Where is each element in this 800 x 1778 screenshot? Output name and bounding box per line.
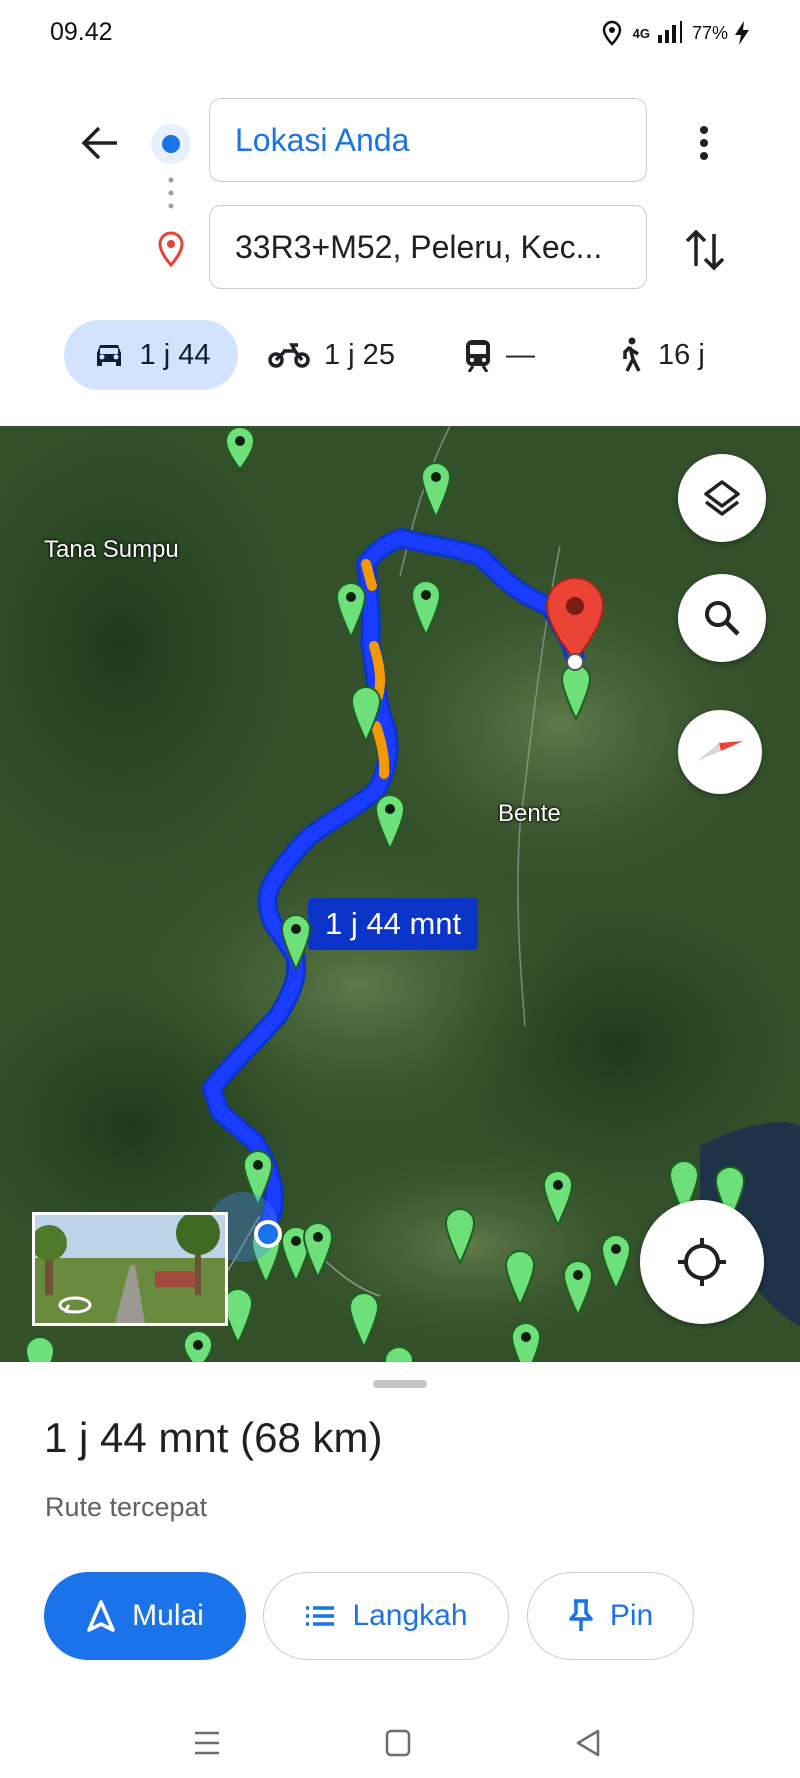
origin-input[interactable]: Lokasi Anda [209,98,647,182]
place-marker-icon[interactable] [504,1250,536,1306]
destination-input[interactable]: 33R3+M52, Peleru, Kec... [209,205,647,289]
place-marker-icon[interactable] [374,794,406,850]
place-marker-icon[interactable] [224,426,256,470]
swap-vert-icon [685,229,725,271]
compass-button[interactable] [678,710,762,794]
battery-percent: 77% [691,22,728,43]
tab-transit-label: — [506,338,535,371]
place-marker-icon[interactable] [560,664,592,720]
car-icon [96,345,121,366]
back-nav-icon[interactable] [574,1728,602,1758]
walking-icon [623,337,641,372]
place-marker-icon[interactable] [302,1222,334,1278]
crosshair-icon [678,1238,726,1286]
map-label-place1: Tana Sumpu [44,536,179,563]
current-location-dot [254,1220,282,1248]
tab-transit[interactable]: — [464,320,535,390]
search-button[interactable] [678,574,766,662]
pin-label: Pin [609,1599,654,1632]
menu-icon[interactable] [193,1730,221,1756]
place-marker-icon[interactable] [24,1336,56,1362]
route-subtitle: Rute tercepat [45,1492,208,1522]
route-connector [168,177,174,209]
rotate-360-icon [58,1296,92,1314]
place-marker-icon[interactable] [444,1208,476,1264]
layers-button[interactable] [678,454,766,542]
street-view-thumbnail[interactable] [32,1212,228,1326]
place-marker-icon[interactable] [350,686,382,742]
place-marker-icon[interactable] [182,1330,214,1362]
place-marker-icon[interactable] [410,580,442,636]
start-label: Mulai [132,1599,204,1632]
place-marker-icon[interactable] [510,1322,542,1362]
tab-walking-label: 16 j [658,338,705,371]
more-vert-icon [700,126,708,160]
status-bar: 09.42 4G 77% [0,0,800,70]
swap-button[interactable] [680,222,730,278]
place-marker-icon[interactable] [562,1260,594,1316]
origin-dot-icon [151,124,191,164]
place-marker-icon[interactable] [348,1292,380,1348]
more-options-button[interactable] [684,118,724,168]
place-marker-icon[interactable] [542,1170,574,1226]
map-view[interactable]: Tana Sumpu Bente 1 j 44 mnt [0,426,800,1362]
pin-button[interactable]: Pin [527,1572,694,1660]
route-summary: 1 j 44 mnt (68 km) [44,1414,383,1461]
clock: 09.42 [50,18,113,46]
tab-motorcycle[interactable]: 1 j 25 [268,320,395,390]
back-button[interactable] [74,118,124,168]
layers-icon [704,480,740,516]
search-icon [705,601,740,636]
back-arrow-icon [81,126,117,160]
place-marker-icon[interactable] [335,582,367,638]
place-marker-icon[interactable] [280,914,312,970]
transit-icon [466,340,490,372]
destination-marker-icon [158,231,184,268]
place-marker-icon[interactable] [383,1346,415,1362]
status-icons: 4G 77% [601,20,750,46]
system-navigation-bar [0,1690,800,1778]
drag-handle[interactable] [373,1380,427,1388]
place-marker-icon[interactable] [600,1234,632,1290]
compass-icon [697,741,743,761]
tab-motorcycle-label: 1 j 25 [324,338,395,371]
network-type: 4G [632,25,650,41]
steps-label: Langkah [352,1599,468,1632]
list-icon [306,1606,335,1626]
battery-charging-icon [735,21,749,45]
destination-pin-icon[interactable] [544,576,606,672]
route-duration-chip[interactable]: 1 j 44 mnt [308,898,479,950]
map-label-place2: Bente [498,800,561,827]
tab-car[interactable]: 1 j 44 [64,320,238,390]
tab-car-label: 1 j 44 [139,338,211,371]
start-button[interactable]: Mulai [44,1572,246,1660]
pushpin-icon [569,1599,593,1631]
navigation-arrow-icon [87,1600,115,1632]
tab-walking[interactable]: 16 j [616,320,705,390]
signal-icon [657,21,682,43]
location-icon [602,20,621,46]
place-marker-icon[interactable] [420,462,452,518]
home-icon[interactable] [384,1728,412,1758]
motorcycle-icon [268,343,310,368]
steps-button[interactable]: Langkah [263,1572,509,1660]
my-location-button[interactable] [640,1200,764,1324]
